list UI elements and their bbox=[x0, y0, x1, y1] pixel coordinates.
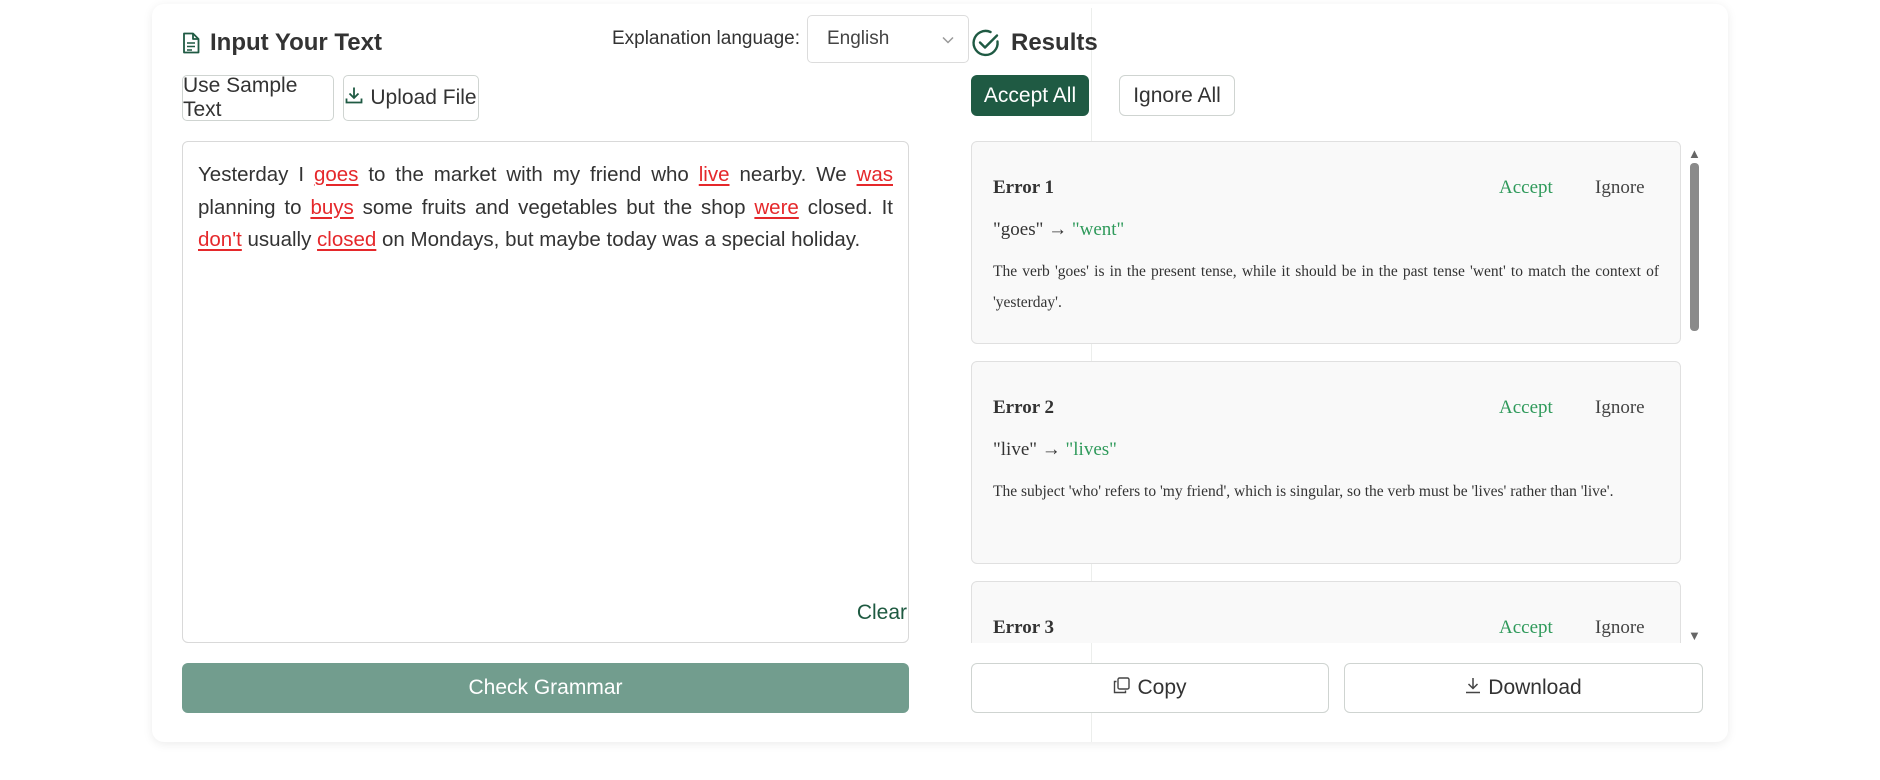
scrollbar-thumb[interactable] bbox=[1690, 163, 1699, 331]
error-card: Error 1 Accept Ignore "goes" → "went" Th… bbox=[971, 141, 1681, 344]
results-title: Results bbox=[1011, 29, 1098, 56]
flagged-word[interactable]: don't bbox=[198, 228, 242, 251]
language-select[interactable]: English bbox=[807, 15, 969, 63]
download-icon bbox=[345, 86, 363, 110]
download-label: Download bbox=[1488, 676, 1582, 699]
accept-button[interactable]: Accept bbox=[1499, 177, 1553, 199]
flagged-word[interactable]: goes bbox=[314, 163, 358, 186]
arrow: → bbox=[1041, 439, 1061, 460]
check-button-label: Check Grammar bbox=[468, 676, 623, 699]
chevron-down-icon bbox=[942, 28, 954, 50]
use-sample-text-button[interactable]: Use Sample Text bbox=[182, 74, 334, 121]
error-heading: Error 3 bbox=[993, 617, 1055, 638]
scroll-down-icon[interactable]: ▼ bbox=[1688, 629, 1701, 643]
scroll-up-icon[interactable]: ▲ bbox=[1688, 147, 1701, 161]
copy-label: Copy bbox=[1137, 676, 1187, 699]
text-segment: usually bbox=[241, 228, 318, 251]
error-explanation: The verb 'goes' is in the present tense,… bbox=[993, 263, 1659, 311]
download-icon bbox=[1465, 676, 1481, 700]
accept-button[interactable]: Accept bbox=[1499, 617, 1553, 639]
copy-icon bbox=[1113, 676, 1131, 700]
error-list[interactable]: Error 1 Accept Ignore "goes" → "went" Th… bbox=[971, 141, 1708, 643]
flagged-word[interactable]: was bbox=[857, 163, 893, 186]
correction-line: "live" → "lives" bbox=[993, 439, 1117, 461]
suggested-word: "lives" bbox=[1065, 439, 1117, 460]
copy-button[interactable]: Copy bbox=[971, 663, 1329, 713]
download-button[interactable]: Download bbox=[1344, 663, 1703, 713]
upload-file-button[interactable]: Upload File bbox=[343, 75, 479, 121]
text-segment: to the market with my friend who bbox=[358, 163, 699, 186]
ignore-all-label: Ignore All bbox=[1133, 83, 1221, 107]
ignore-all-button[interactable]: Ignore All bbox=[1119, 75, 1235, 116]
flagged-word[interactable]: closed bbox=[317, 228, 376, 251]
error-explanation: The subject 'who' refers to 'my friend',… bbox=[993, 483, 1614, 500]
flagged-word[interactable]: buys bbox=[310, 196, 353, 219]
text-segment: closed. It bbox=[798, 195, 893, 219]
text-segment: on Mondays, but maybe today was a specia… bbox=[376, 228, 861, 251]
text-segment: nearby. We bbox=[729, 163, 857, 186]
input-header: Input Your Text bbox=[182, 26, 382, 60]
ignore-button[interactable]: Ignore bbox=[1595, 617, 1645, 639]
language-selector: Explanation language: English bbox=[612, 15, 969, 63]
ignore-button[interactable]: Ignore bbox=[1595, 177, 1645, 199]
ignore-button[interactable]: Ignore bbox=[1595, 397, 1645, 419]
language-value: English bbox=[827, 28, 890, 49]
document-icon bbox=[182, 32, 200, 54]
scrollbar[interactable]: ▲ ▼ bbox=[1686, 141, 1702, 643]
input-panel: Input Your Text Explanation language: En… bbox=[182, 4, 969, 742]
upload-button-label: Upload File bbox=[370, 86, 477, 109]
accept-all-button[interactable]: Accept All bbox=[971, 75, 1089, 116]
original-word: "live" bbox=[993, 439, 1038, 460]
flagged-word[interactable]: live bbox=[699, 163, 730, 186]
error-card: Error 3 Accept Ignore bbox=[971, 581, 1681, 643]
flagged-word[interactable]: were bbox=[754, 196, 798, 219]
text-segment: planning to bbox=[198, 195, 311, 219]
language-label: Explanation language: bbox=[611, 28, 800, 49]
original-word: "goes" bbox=[993, 219, 1044, 240]
text-input-area[interactable]: Yesterday I goes to the market with my f… bbox=[182, 141, 909, 643]
results-header: Results bbox=[971, 26, 1098, 60]
check-circle-icon bbox=[971, 28, 1001, 58]
error-heading: Error 2 bbox=[993, 397, 1055, 418]
results-panel: Results Accept All Ignore All Error 1 Ac… bbox=[971, 4, 1708, 742]
clear-button[interactable]: Clear bbox=[857, 601, 907, 625]
correction-line: "goes" → "went" bbox=[993, 219, 1124, 241]
text-segment: Yesterday I bbox=[198, 163, 314, 186]
accept-button[interactable]: Accept bbox=[1499, 397, 1553, 419]
error-card: Error 2 Accept Ignore "live" → "lives" T… bbox=[971, 361, 1681, 564]
text-segment: some fruits and vegetables but the shop bbox=[353, 195, 755, 219]
grammar-checker-card: Input Your Text Explanation language: En… bbox=[152, 4, 1728, 742]
check-grammar-button[interactable]: Check Grammar bbox=[182, 663, 909, 713]
suggested-word: "went" bbox=[1071, 219, 1125, 240]
input-title: Input Your Text bbox=[210, 29, 382, 56]
arrow: → bbox=[1048, 219, 1068, 240]
error-heading: Error 1 bbox=[993, 177, 1055, 198]
sample-button-label: Use Sample Text bbox=[183, 74, 298, 121]
accept-all-label: Accept All bbox=[983, 83, 1077, 107]
